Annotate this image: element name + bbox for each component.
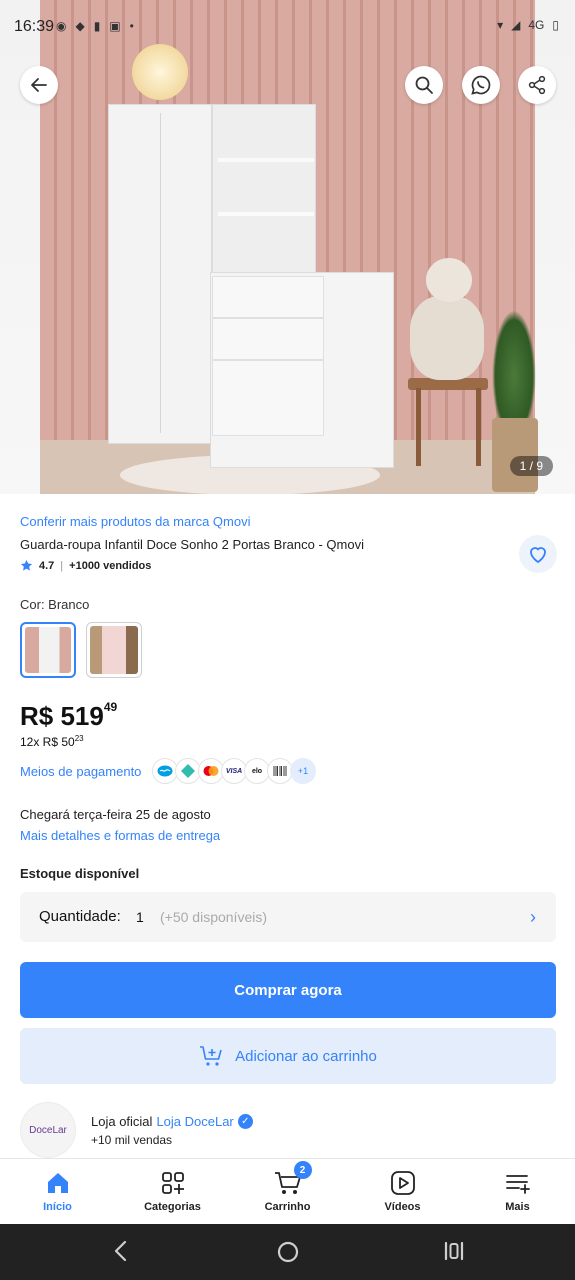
- rating-separator: |: [60, 559, 64, 572]
- wifi-icon: ▾: [497, 18, 504, 32]
- store-sales: +10 mil vendas: [91, 1133, 173, 1147]
- cart-plus-icon: [200, 1046, 222, 1066]
- more-payment-methods: +1: [290, 758, 316, 784]
- categories-icon: [161, 1172, 184, 1194]
- installments: 12x R$ 5023: [20, 734, 84, 749]
- system-back-icon[interactable]: [112, 1240, 130, 1262]
- system-status-icons: ▾ ◢ 4G ▯: [497, 18, 559, 32]
- store-avatar[interactable]: DoceLar: [20, 1102, 76, 1158]
- installments-main: 12x R$ 50: [20, 735, 75, 749]
- instagram-notification-icon: ▣: [109, 19, 121, 33]
- brand-link[interactable]: Conferir mais produtos da marca Qmovi: [20, 514, 250, 529]
- home-icon: [47, 1173, 68, 1193]
- heart-icon: [530, 547, 546, 563]
- verified-icon: ✓: [237, 1114, 253, 1129]
- sold-count: +1000 vendidos: [69, 559, 152, 572]
- whatsapp-icon: [471, 75, 491, 95]
- store-link[interactable]: Loja DoceLar: [156, 1114, 233, 1129]
- system-navigation-bar: [0, 1224, 575, 1280]
- system-home-icon[interactable]: [276, 1240, 300, 1264]
- wardrobe-doors: [108, 104, 212, 444]
- tab-more-label: Mais: [505, 1201, 530, 1213]
- status-time: 16:39: [14, 18, 55, 35]
- rating-row[interactable]: 4.7 | +1000 vendidos: [20, 559, 151, 572]
- tab-cart[interactable]: 2 Carrinho: [230, 1159, 345, 1225]
- tab-videos[interactable]: Vídeos: [345, 1159, 460, 1225]
- quantity-value: 1: [136, 909, 144, 925]
- search-button[interactable]: [405, 66, 443, 104]
- rating-value: 4.7: [39, 559, 55, 572]
- whatsapp-notification-icon: ◉: [56, 19, 67, 33]
- tab-categories-label: Categorias: [144, 1201, 201, 1213]
- color-variant-pink[interactable]: [86, 622, 142, 678]
- menu-icon: [505, 1175, 530, 1194]
- chevron-right-icon: ›: [530, 907, 536, 927]
- stock-label: Estoque disponível: [20, 866, 140, 881]
- file-notification-icon: ▮: [93, 19, 101, 33]
- price: R$ 51949: [20, 700, 117, 732]
- tab-videos-label: Vídeos: [384, 1201, 421, 1213]
- whatsapp-button[interactable]: [462, 66, 500, 104]
- color-variant-white[interactable]: [20, 622, 76, 678]
- quantity-selector[interactable]: Quantidade: 1 (+50 disponíveis) ›: [20, 892, 556, 942]
- product-title: Guarda-roupa Infantil Doce Sonho 2 Porta…: [20, 537, 364, 552]
- cart-badge: 2: [293, 1161, 312, 1179]
- delivery-estimate: Chegará terça-feira 25 de agosto: [20, 807, 211, 822]
- add-to-cart-label: Adicionar ao carrinho: [235, 1047, 377, 1065]
- store-info: Loja oficial Loja DoceLar ✓: [91, 1114, 253, 1129]
- system-recents-icon[interactable]: [443, 1240, 465, 1262]
- arrow-left-icon: [31, 78, 47, 92]
- price-main: R$ 519: [20, 701, 104, 731]
- more-notifications-icon: •: [129, 19, 134, 33]
- signal-icon: ◢: [511, 18, 521, 32]
- favorite-button[interactable]: [519, 535, 557, 573]
- back-button[interactable]: [20, 66, 58, 104]
- notification-icons: ◉ ◆ ▮ ▣ •: [56, 19, 134, 33]
- search-icon: [415, 76, 433, 94]
- share-button[interactable]: [518, 66, 556, 104]
- teddy-bear: [404, 258, 486, 380]
- image-counter: 1 / 9: [509, 456, 553, 476]
- store-official-label: Loja oficial: [91, 1114, 153, 1129]
- tab-more[interactable]: Mais: [460, 1159, 575, 1225]
- video-icon: [390, 1171, 415, 1195]
- store-avatar-text: DoceLar: [29, 1124, 67, 1136]
- installments-cents: 23: [74, 734, 84, 743]
- share-icon: [528, 75, 546, 95]
- status-bar: 16:39 ◉ ◆ ▮ ▣ • ▾ ◢ 4G ▯: [0, 0, 575, 56]
- chat-notification-icon: ◆: [75, 19, 85, 33]
- quantity-label: Quantidade:: [39, 908, 121, 925]
- battery-icon: ▯: [552, 18, 559, 32]
- network-label: 4G: [528, 18, 545, 32]
- tab-cart-label: Carrinho: [264, 1201, 311, 1213]
- tab-home-label: Início: [43, 1201, 72, 1213]
- quantity-available: (+50 disponíveis): [160, 909, 268, 925]
- star-icon: [20, 559, 33, 571]
- price-cents: 49: [103, 700, 118, 714]
- buy-now-button[interactable]: Comprar agora: [20, 962, 556, 1018]
- bottom-tab-bar: Início Categorias 2 Carrinho Vídeos Mais: [0, 1158, 575, 1224]
- payment-methods-link[interactable]: Meios de pagamento: [20, 764, 141, 779]
- add-to-cart-button[interactable]: Adicionar ao carrinho: [20, 1028, 556, 1084]
- delivery-details-link[interactable]: Mais detalhes e formas de entrega: [20, 828, 220, 843]
- color-label: Cor: Branco: [20, 597, 90, 612]
- payment-icons[interactable]: VISA elo +1: [152, 758, 316, 784]
- tab-categories[interactable]: Categorias: [115, 1159, 230, 1225]
- tab-home[interactable]: Início: [0, 1159, 115, 1225]
- wardrobe-shelves: [212, 104, 316, 274]
